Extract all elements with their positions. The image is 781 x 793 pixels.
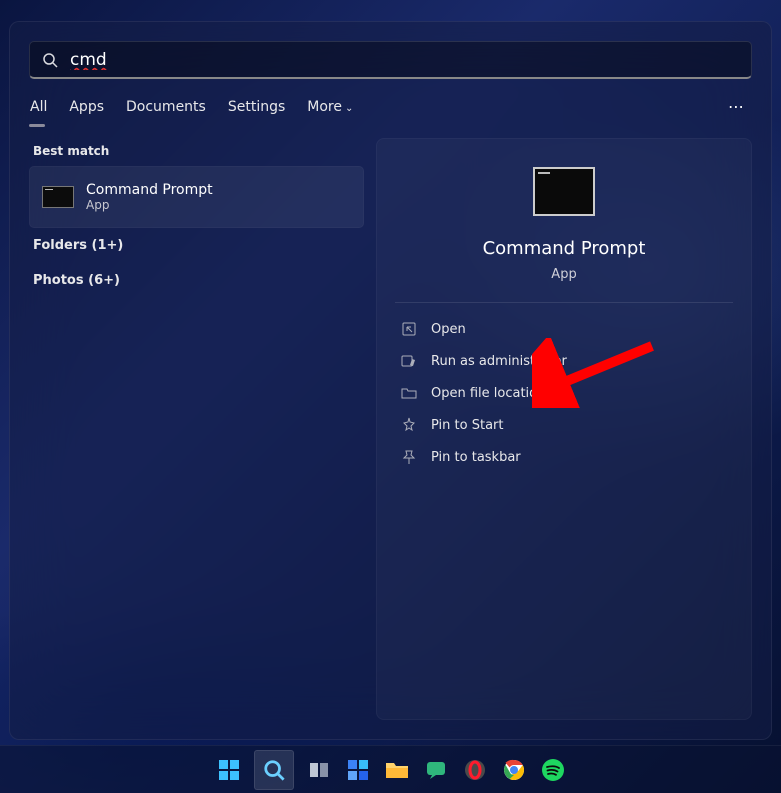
divider: [395, 302, 733, 303]
opera-icon: [463, 758, 487, 782]
preview-pane: Command Prompt App Open Run as administr…: [376, 138, 752, 720]
chat-icon: [424, 758, 448, 782]
preview-subtitle: App: [551, 267, 576, 282]
tab-documents[interactable]: Documents: [126, 99, 206, 115]
category-folders[interactable]: Folders (1+): [29, 228, 364, 263]
start-menu: All Apps Documents Settings More⌄ ⋯ Best…: [9, 21, 772, 740]
search-button[interactable]: [254, 750, 294, 790]
start-button[interactable]: [215, 756, 243, 784]
action-run-as-admin[interactable]: Run as administrator: [395, 345, 733, 377]
task-view-button[interactable]: [305, 756, 333, 784]
category-photos[interactable]: Photos (6+): [29, 263, 364, 298]
preview-title: Command Prompt: [483, 238, 646, 259]
action-open-file-location[interactable]: Open file location: [395, 377, 733, 409]
tab-settings[interactable]: Settings: [228, 99, 285, 115]
pin-start-icon: [401, 417, 417, 433]
best-match-result[interactable]: Command Prompt App: [29, 166, 364, 228]
pin-taskbar-icon: [401, 449, 417, 465]
action-label: Pin to taskbar: [431, 450, 521, 465]
best-match-label: Best match: [33, 144, 364, 158]
widgets-icon: [346, 758, 370, 782]
search-box[interactable]: [29, 41, 752, 79]
folder-icon: [401, 385, 417, 401]
results-column: Best match Command Prompt App Folders (1…: [29, 138, 364, 720]
spotify-icon: [541, 758, 565, 782]
result-subtitle: App: [86, 198, 213, 212]
widgets-button[interactable]: [344, 756, 372, 784]
action-label: Open file location: [431, 386, 545, 401]
action-label: Run as administrator: [431, 354, 567, 369]
app-chrome-button[interactable]: [500, 756, 528, 784]
search-input[interactable]: [70, 50, 739, 70]
taskbar: [0, 745, 781, 793]
action-open[interactable]: Open: [395, 313, 733, 345]
search-icon: [42, 52, 58, 68]
tab-apps[interactable]: Apps: [69, 99, 104, 115]
folder-icon: [385, 760, 409, 780]
action-pin-to-start[interactable]: Pin to Start: [395, 409, 733, 441]
command-prompt-icon: [533, 167, 595, 216]
task-view-icon: [307, 758, 331, 782]
tab-options-button[interactable]: ⋯: [728, 97, 751, 116]
command-prompt-icon: [42, 186, 74, 208]
chat-button[interactable]: [422, 756, 450, 784]
action-label: Pin to Start: [431, 418, 503, 433]
action-label: Open: [431, 322, 466, 337]
tab-more[interactable]: More⌄: [307, 99, 353, 115]
admin-icon: [401, 353, 417, 369]
app-spotify-button[interactable]: [539, 756, 567, 784]
result-title: Command Prompt: [86, 182, 213, 198]
search-icon: [263, 759, 285, 781]
app-opera-button[interactable]: [461, 756, 489, 784]
tab-all[interactable]: All: [30, 99, 47, 115]
chrome-icon: [502, 758, 526, 782]
open-icon: [401, 321, 417, 337]
file-explorer-button[interactable]: [383, 756, 411, 784]
action-pin-to-taskbar[interactable]: Pin to taskbar: [395, 441, 733, 473]
chevron-down-icon: ⌄: [345, 103, 353, 114]
tab-row: All Apps Documents Settings More⌄ ⋯: [10, 79, 771, 126]
windows-icon: [217, 758, 241, 782]
